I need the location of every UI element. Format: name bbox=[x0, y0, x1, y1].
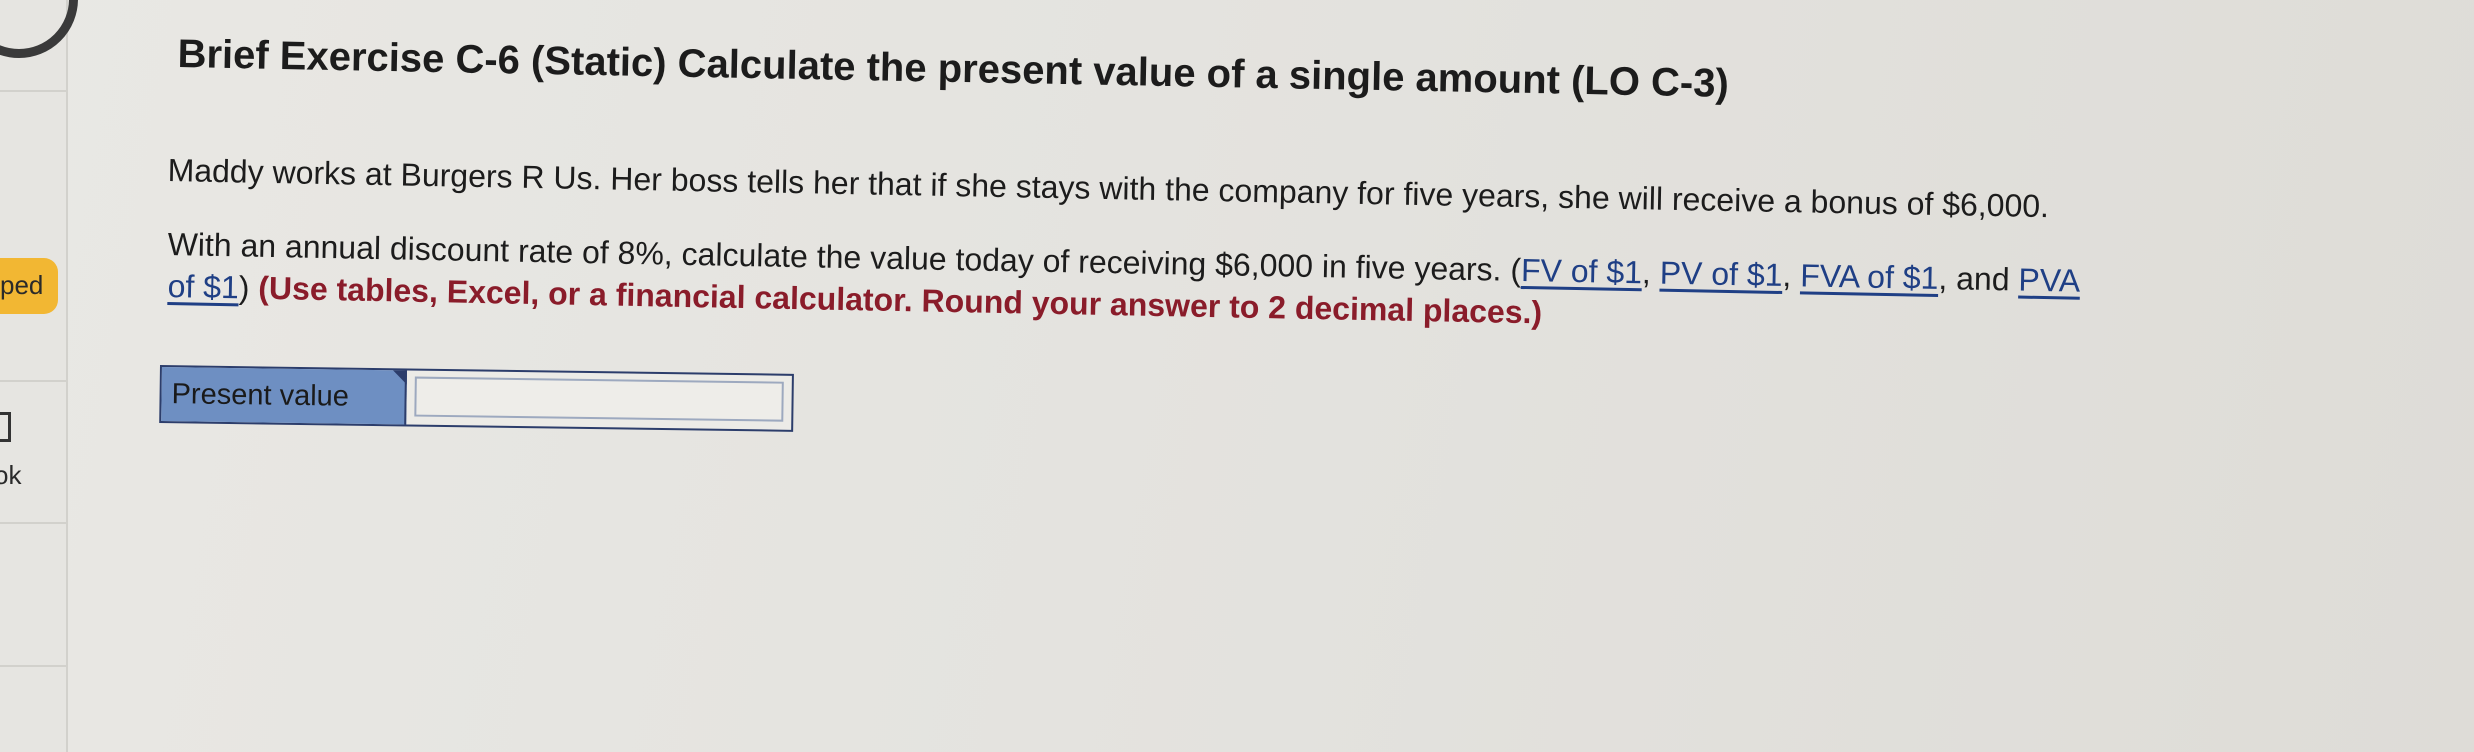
status-badge[interactable]: ped bbox=[0, 258, 58, 314]
book-icon bbox=[0, 412, 11, 442]
pva-of-1-link-continued[interactable]: of $1 bbox=[167, 268, 239, 305]
sidebar-item-ebook-label: ok bbox=[0, 460, 22, 490]
present-value-label: Present value bbox=[161, 367, 407, 425]
sidebar-lower-cell bbox=[0, 520, 66, 667]
question-title: Brief Exercise C-6 (Static) Calculate th… bbox=[177, 32, 1730, 106]
question-text-line-1: Maddy works at Burgers R Us. Her boss te… bbox=[167, 152, 2049, 225]
question-text-1: Maddy works at Burgers R Us. Her boss te… bbox=[167, 152, 2050, 225]
progress-ring-icon bbox=[0, 0, 78, 58]
pva-of-1-link[interactable]: PVA bbox=[2018, 262, 2080, 299]
link-separator: , bbox=[1782, 257, 1801, 294]
link-separator: , bbox=[1641, 254, 1661, 291]
link-separator: , and bbox=[1938, 260, 2019, 298]
question-panel: Brief Exercise C-6 (Static) Calculate th… bbox=[159, 0, 2360, 752]
sidebar-item-ebook[interactable]: ok bbox=[0, 380, 66, 524]
close-paren: ) bbox=[238, 269, 259, 306]
left-sidebar: ped ok bbox=[0, 0, 78, 752]
sidebar-top-cell bbox=[0, 0, 78, 92]
fva-of-1-link[interactable]: FVA of $1 bbox=[1800, 257, 1939, 296]
fv-of-1-link[interactable]: FV of $1 bbox=[1521, 252, 1643, 290]
present-value-input[interactable] bbox=[414, 376, 784, 422]
answer-table-row: Present value bbox=[159, 365, 794, 432]
pv-of-1-link[interactable]: PV of $1 bbox=[1659, 255, 1782, 293]
status-badge-text: ped bbox=[0, 270, 44, 300]
